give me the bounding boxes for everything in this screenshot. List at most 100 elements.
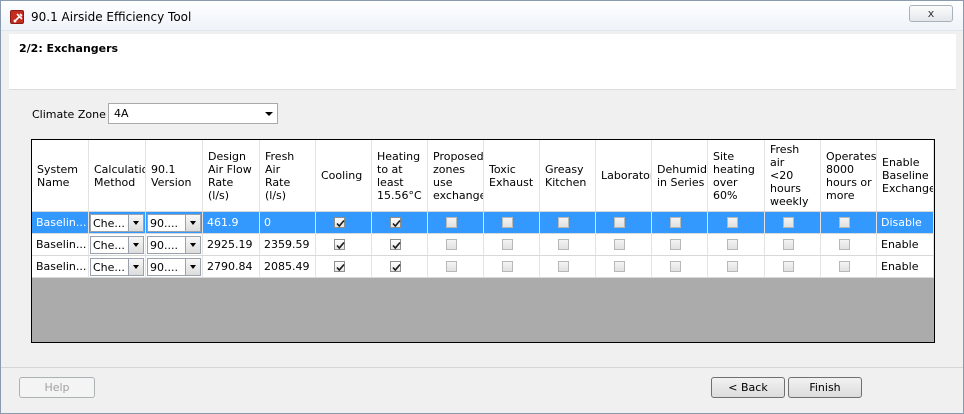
laboratory-checkbox[interactable] [614, 261, 625, 272]
table-row[interactable]: Baselin... Che... 90.... 2925.19 2359.59 Enab… [32, 234, 934, 256]
column-header-laboratory[interactable]: Laboratory [596, 140, 652, 212]
cooling-checkbox[interactable] [334, 261, 345, 272]
version-select[interactable]: 90.... [147, 214, 201, 232]
column-header-heating[interactable]: Heating to at least 15.56°C [372, 140, 428, 212]
cell-design-air-flow[interactable]: 2790.84 [203, 256, 260, 278]
footer-divider [1, 367, 963, 368]
table-row[interactable]: Baselin... Che... 90.... 2790.84 2085.49 Enab… [32, 256, 934, 278]
dehumidifier-checkbox[interactable] [670, 261, 681, 272]
column-header-enable-baseline[interactable]: Enable Baseline Exchanger [877, 140, 934, 212]
cell-version: 90.... [146, 212, 203, 234]
cell-operates-hours [821, 256, 877, 278]
column-header-toxic-exhaust[interactable]: Toxic Exhaust [484, 140, 540, 212]
cell-system-name[interactable]: Baselin... [32, 212, 89, 234]
climate-zone-label: Climate Zone [32, 108, 106, 121]
cell-proposed-zones [428, 212, 484, 234]
column-header-proposed-zones[interactable]: Proposed zones use exchanger [428, 140, 484, 212]
calculation-method-select[interactable]: Che... [90, 258, 144, 276]
calculation-method-value: Che... [93, 261, 125, 274]
cell-enable-baseline[interactable]: Enable [877, 234, 934, 256]
fresh-air-hours-checkbox[interactable] [783, 217, 794, 228]
table-row[interactable]: Baselin... Che... 90.... 461.9 0 Disable [32, 212, 934, 234]
wizard-header: 2/2: Exchangers [9, 34, 956, 90]
heating-checkbox[interactable] [390, 217, 401, 228]
version-select[interactable]: 90.... [147, 236, 201, 254]
column-header-operates-hours[interactable]: Operates 8000 hours or more [821, 140, 877, 212]
toxic-exhaust-checkbox[interactable] [502, 217, 513, 228]
cell-system-name[interactable]: Baselin... [32, 256, 89, 278]
dehumidifier-checkbox[interactable] [670, 239, 681, 250]
heating-checkbox[interactable] [390, 239, 401, 250]
column-header-dehumidifier[interactable]: Dehumidifi in Series [652, 140, 708, 212]
fresh-air-hours-checkbox[interactable] [783, 261, 794, 272]
greasy-kitchen-checkbox[interactable] [558, 261, 569, 272]
proposed-zones-checkbox[interactable] [446, 261, 457, 272]
column-header-greasy-kitchen[interactable]: Greasy Kitchen [540, 140, 596, 212]
cell-fresh-air-hours [765, 256, 821, 278]
cell-design-air-flow[interactable]: 2925.19 [203, 234, 260, 256]
cell-heating [372, 212, 428, 234]
cell-greasy-kitchen [540, 256, 596, 278]
site-heating-checkbox[interactable] [727, 261, 738, 272]
column-header-system-name[interactable]: System Name [32, 140, 89, 212]
back-button[interactable]: < Back [711, 377, 785, 398]
fresh-air-hours-checkbox[interactable] [783, 239, 794, 250]
cell-enable-baseline[interactable]: Disable [877, 212, 934, 234]
cell-proposed-zones [428, 234, 484, 256]
cell-fresh-air-rate[interactable]: 2085.49 [260, 256, 316, 278]
version-value: 90.... [150, 217, 178, 230]
greasy-kitchen-checkbox[interactable] [558, 239, 569, 250]
column-header-design-air-flow[interactable]: Design Air Flow Rate (l/s) [203, 140, 260, 212]
cell-heating [372, 256, 428, 278]
dehumidifier-checkbox[interactable] [670, 217, 681, 228]
climate-zone-value: 4A [114, 107, 129, 120]
calculation-method-select[interactable]: Che... [90, 214, 144, 232]
toxic-exhaust-checkbox[interactable] [502, 261, 513, 272]
climate-zone-select[interactable]: 4A [108, 103, 278, 124]
chevron-down-icon [128, 237, 143, 253]
calculation-method-select[interactable]: Che... [90, 236, 144, 254]
toxic-exhaust-checkbox[interactable] [502, 239, 513, 250]
finish-button[interactable]: Finish [788, 377, 862, 398]
column-header-version[interactable]: 90.1 Version [146, 140, 203, 212]
operates-hours-checkbox[interactable] [839, 239, 850, 250]
cell-version: 90.... [146, 234, 203, 256]
cell-calculation-method: Che... [89, 212, 146, 234]
heating-checkbox[interactable] [390, 261, 401, 272]
cell-laboratory [596, 234, 652, 256]
cell-dehumidifier [652, 212, 708, 234]
site-heating-checkbox[interactable] [727, 239, 738, 250]
column-header-site-heating[interactable]: Site heating over 60% [708, 140, 765, 212]
laboratory-checkbox[interactable] [614, 239, 625, 250]
cell-fresh-air-rate[interactable]: 2359.59 [260, 234, 316, 256]
cell-fresh-air-rate[interactable]: 0 [260, 212, 316, 234]
cooling-checkbox[interactable] [334, 217, 345, 228]
column-header-calculation-method[interactable]: Calculation Method [89, 140, 146, 212]
cell-heating [372, 234, 428, 256]
proposed-zones-checkbox[interactable] [446, 217, 457, 228]
site-heating-checkbox[interactable] [727, 217, 738, 228]
column-header-fresh-air-hours[interactable]: Fresh air <20 hours weekly [765, 140, 821, 212]
cell-greasy-kitchen [540, 234, 596, 256]
cell-enable-baseline[interactable]: Enable [877, 256, 934, 278]
proposed-zones-checkbox[interactable] [446, 239, 457, 250]
exchangers-grid[interactable]: System Name Calculation Method 90.1 Vers… [31, 139, 935, 343]
cell-system-name[interactable]: Baselin... [32, 234, 89, 256]
cooling-checkbox[interactable] [334, 239, 345, 250]
operates-hours-checkbox[interactable] [839, 261, 850, 272]
checkmark-icon [392, 241, 401, 250]
version-select[interactable]: 90.... [147, 258, 201, 276]
column-header-fresh-air-rate[interactable]: Fresh Air Rate (l/s) [260, 140, 316, 212]
help-button[interactable]: Help [19, 377, 95, 398]
checkmark-icon [336, 263, 345, 272]
title-bar[interactable]: 90.1 Airside Efficiency Tool x [1, 1, 963, 31]
checkmark-icon [336, 241, 345, 250]
greasy-kitchen-checkbox[interactable] [558, 217, 569, 228]
operates-hours-checkbox[interactable] [839, 217, 850, 228]
close-button[interactable]: x [909, 5, 953, 22]
column-header-cooling[interactable]: Cooling [316, 140, 372, 212]
cell-design-air-flow[interactable]: 461.9 [203, 212, 260, 234]
laboratory-checkbox[interactable] [614, 217, 625, 228]
cell-site-heating [708, 256, 765, 278]
cell-calculation-method: Che... [89, 256, 146, 278]
